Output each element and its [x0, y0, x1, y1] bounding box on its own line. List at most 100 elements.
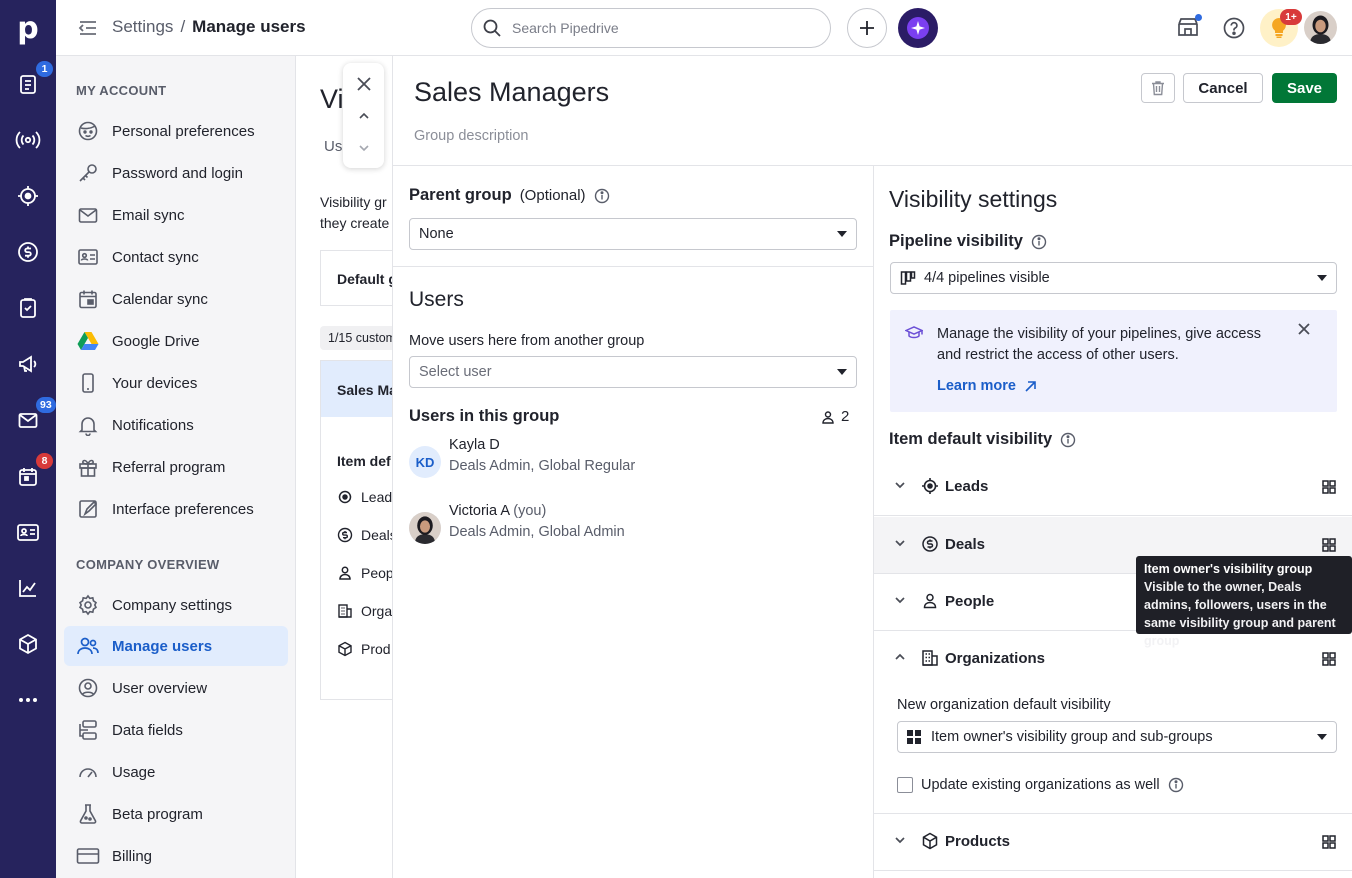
custom-groups-count: 1/15 custom	[320, 326, 400, 350]
rail-calendar[interactable]: 8	[0, 448, 56, 504]
info-icon[interactable]	[1060, 432, 1076, 448]
rail-deals[interactable]	[0, 224, 56, 280]
rail-contacts[interactable]	[0, 504, 56, 560]
org-default-visibility-select[interactable]: Item owner's visibility group and sub-gr…	[897, 721, 1337, 753]
accordion-leads[interactable]: Leads	[874, 459, 1352, 516]
graduation-cap-icon	[905, 325, 923, 341]
sidebar-item-label: Password and login	[112, 164, 243, 182]
calendar-icon	[19, 468, 37, 486]
key-icon	[76, 161, 100, 185]
save-button[interactable]: Save	[1272, 73, 1337, 103]
quick-add-button[interactable]	[847, 8, 887, 48]
close-panel-button[interactable]	[343, 68, 384, 100]
accordion-label: Products	[945, 833, 1011, 850]
sidebar-item-company-settings[interactable]: Company settings	[64, 585, 288, 625]
mail-icon	[18, 413, 38, 428]
user-circle-icon	[76, 676, 100, 700]
sidebar-item-label: Notifications	[112, 416, 194, 434]
sidebar-item-billing[interactable]: Billing	[64, 836, 288, 876]
group-title[interactable]: Sales Managers	[414, 77, 609, 108]
learn-more-link[interactable]: Learn more	[937, 378, 1037, 394]
sidebar-item-email-sync[interactable]: Email sync	[64, 195, 288, 235]
sales-managers-card[interactable]: Sales Ma Item def Lead Deals Peop Orga P…	[320, 360, 401, 700]
rail-more[interactable]	[0, 672, 56, 728]
sidebar-item-password-and-login[interactable]: Password and login	[64, 153, 288, 193]
rail-deals-list[interactable]: 1	[0, 56, 56, 112]
sidebar-item-notifications[interactable]: Notifications	[64, 405, 288, 445]
default-group-card[interactable]: Default g	[320, 250, 400, 306]
visibility-grid-icon[interactable]	[1322, 835, 1336, 849]
user-roles: Deals Admin, Global Regular	[449, 458, 636, 474]
marketplace-button[interactable]	[1176, 14, 1202, 38]
select-user-dropdown[interactable]: Select user	[409, 356, 857, 388]
ai-assistant-button[interactable]	[898, 8, 938, 48]
rail-products[interactable]	[0, 616, 56, 672]
bg-row-organizations: Orga	[337, 603, 392, 619]
rail-activities[interactable]	[0, 280, 56, 336]
bell-icon	[76, 413, 100, 437]
info-icon[interactable]	[594, 188, 610, 204]
sidebar-item-referral-program[interactable]: Referral program	[64, 447, 288, 487]
rail-insights[interactable]	[0, 560, 56, 616]
rail-leads[interactable]	[0, 168, 56, 224]
help-button[interactable]	[1222, 16, 1246, 40]
user-avatar[interactable]	[1304, 11, 1337, 44]
close-icon	[356, 77, 371, 91]
sidebar-item-data-fields[interactable]: Data fields	[64, 710, 288, 750]
accordion-products[interactable]: Products	[874, 814, 1352, 871]
sidebar-item-label: Email sync	[112, 206, 185, 224]
parent-group-select[interactable]: None	[409, 218, 857, 250]
sidebar-item-contact-sync[interactable]: Contact sync	[64, 237, 288, 277]
sidebar-item-label: Contact sync	[112, 248, 199, 266]
collapse-menu-button[interactable]	[78, 18, 98, 38]
megaphone-icon	[19, 355, 37, 373]
rail-campaigns-megaphone[interactable]	[0, 336, 56, 392]
sidebar-item-calendar-sync[interactable]: Calendar sync	[64, 279, 288, 319]
sidebar-item-manage-users[interactable]: Manage users	[64, 626, 288, 666]
visibility-grid-icon[interactable]	[1322, 538, 1336, 552]
products-box-icon	[19, 633, 37, 655]
sidebar-item-interface-preferences[interactable]: Interface preferences	[64, 489, 288, 529]
search-icon	[482, 18, 502, 38]
pipeline-visibility-select[interactable]: 4/4 pipelines visible	[890, 262, 1337, 294]
visibility-grid-icon[interactable]	[1322, 480, 1336, 494]
delete-group-button[interactable]	[1141, 73, 1175, 103]
sidebar-item-beta-program[interactable]: Beta program	[64, 794, 288, 834]
sidebar-item-usage[interactable]: Usage	[64, 752, 288, 792]
rail-mail[interactable]: 93	[0, 392, 56, 448]
sidebar-item-user-overview[interactable]: User overview	[64, 668, 288, 708]
flask-icon	[76, 802, 100, 826]
visibility-grid-icon[interactable]	[1322, 652, 1336, 666]
update-existing-checkbox-row[interactable]: Update existing organizations as well	[897, 777, 1184, 793]
update-existing-checkbox[interactable]	[897, 777, 913, 793]
previous-group-button[interactable]	[343, 100, 384, 132]
group-description-input[interactable]: Group description	[414, 128, 528, 144]
list-item[interactable]: Victoria A (you) Deals Admin, Global Adm…	[409, 503, 849, 553]
tooltip-title: Item owner's visibility group	[1144, 562, 1313, 576]
list-item[interactable]: KD Kayla D Deals Admin, Global Regular	[409, 437, 849, 487]
cancel-button[interactable]: Cancel	[1183, 73, 1263, 103]
info-icon[interactable]	[1031, 234, 1047, 250]
next-group-button[interactable]	[343, 132, 384, 164]
calendar-sync-icon	[76, 287, 100, 311]
breadcrumb-settings[interactable]: Settings	[112, 17, 173, 36]
sidebar-item-your-devices[interactable]: Your devices	[64, 363, 288, 403]
chevron-down-icon	[893, 536, 907, 550]
breadcrumb-current: Manage users	[192, 17, 306, 36]
chevron-down-icon	[893, 478, 907, 492]
trash-icon	[1152, 81, 1164, 96]
caret-down-icon	[1317, 734, 1327, 740]
sidebar-item-google-drive[interactable]: Google Drive	[64, 321, 288, 361]
caret-down-icon	[837, 369, 847, 375]
pipedrive-logo[interactable]: p	[0, 0, 56, 56]
search-input[interactable]: Search Pipedrive	[471, 8, 831, 48]
ai-sparkle-icon	[907, 17, 929, 39]
rail-campaigns[interactable]	[0, 112, 56, 168]
dismiss-banner-button[interactable]	[1297, 322, 1311, 336]
leads-target-icon	[18, 186, 38, 206]
building-icon	[338, 604, 352, 618]
info-icon[interactable]	[1168, 777, 1184, 793]
users-heading: Users	[409, 288, 464, 311]
sidebar-item-personal-preferences[interactable]: Personal preferences	[64, 111, 288, 151]
accordion-label: Deals	[945, 536, 986, 553]
